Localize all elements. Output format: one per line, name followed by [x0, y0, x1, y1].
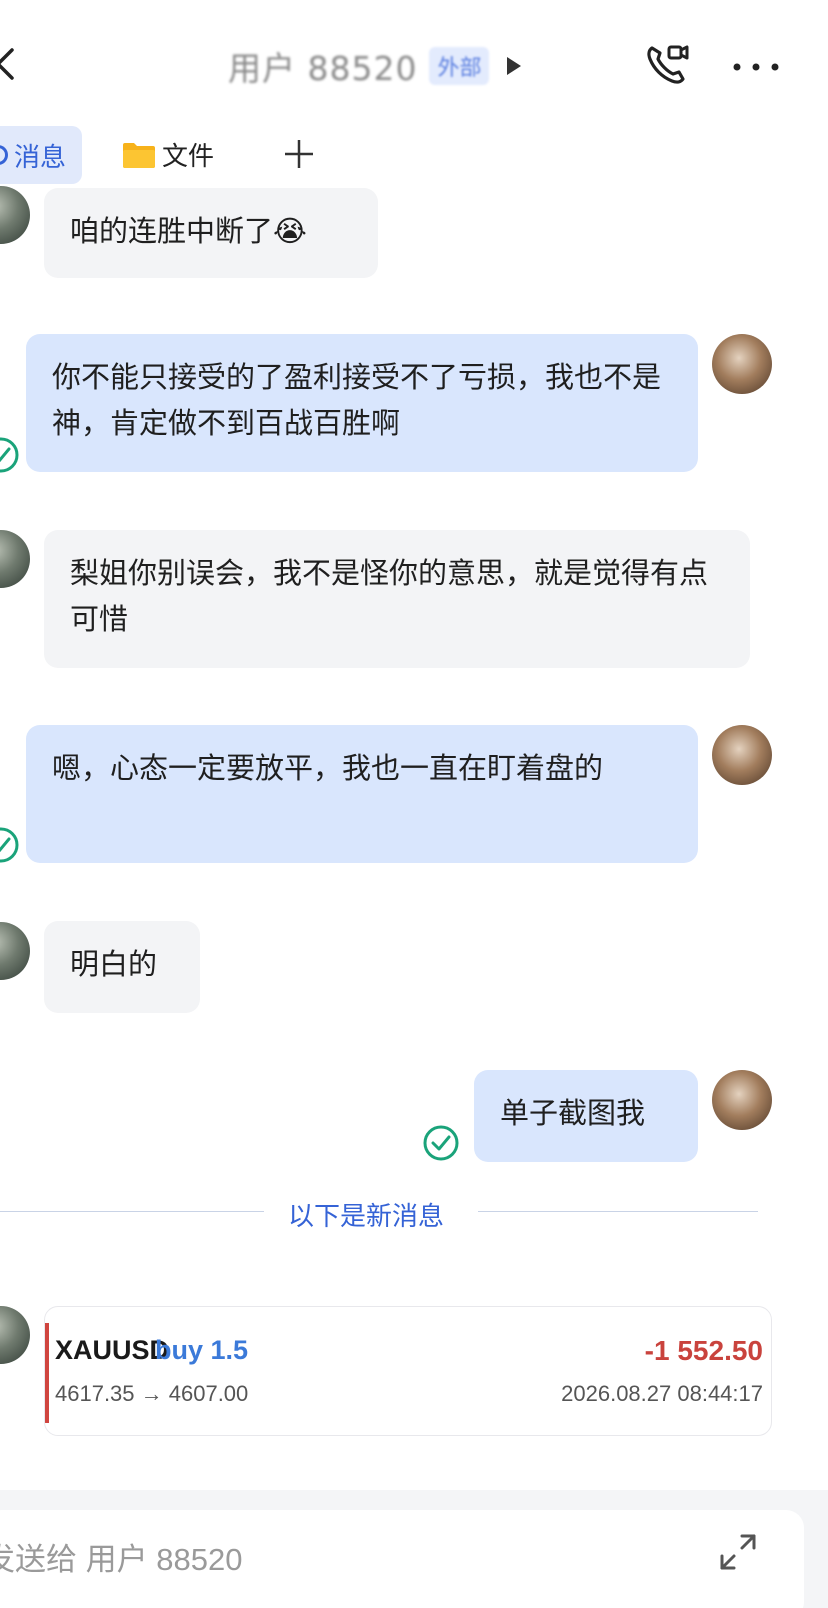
message-text: 明白的 — [70, 947, 158, 981]
add-tab-plus-icon[interactable] — [283, 138, 315, 170]
message-text: 单子截图我 — [500, 1096, 646, 1130]
tab-messages[interactable]: 消息 — [0, 126, 82, 184]
my-avatar[interactable] — [712, 334, 772, 394]
my-avatar[interactable] — [712, 1070, 772, 1130]
trade-symbol: XAUUSD — [55, 1335, 170, 1365]
phone-video-call-icon[interactable] — [642, 40, 692, 90]
composer-bar: 发送给 用户 88520 — [0, 1490, 828, 1608]
message-text: 你不能只接受的了盈利接受不了亏损，我也不是神，肯定做不到百战百胜啊 — [52, 360, 662, 440]
contact-avatar[interactable] — [0, 530, 30, 588]
new-messages-label: 以下是新消息 — [288, 1202, 445, 1232]
trade-pnl: -1 552.50 — [644, 1335, 763, 1366]
message-bubble-outgoing[interactable]: 你不能只接受的了盈利接受不了亏损，我也不是神，肯定做不到百战百胜啊 — [26, 334, 698, 472]
chat-title-group[interactable]: 用户 88520 外部 — [228, 44, 525, 88]
external-badge: 外部 — [429, 47, 490, 85]
message-bubble-incoming[interactable]: 梨姐你别误会，我不是怪你的意思，就是觉得有点可惜 — [44, 530, 750, 668]
trade-loss-indicator-bar — [45, 1323, 49, 1423]
back-chevron-icon[interactable] — [0, 44, 26, 84]
trade-side: buy 1.5 — [155, 1335, 249, 1365]
contact-avatar[interactable] — [0, 922, 30, 980]
my-avatar[interactable] — [712, 725, 772, 785]
chat-header: 用户 88520 外部 — [0, 0, 828, 130]
read-check-icon — [0, 437, 19, 473]
divider-line-right — [478, 1211, 758, 1212]
divider-line-left — [0, 1211, 264, 1212]
message-bubble-outgoing[interactable]: 嗯，心态一定要放平，我也一直在盯着盘的 — [26, 725, 698, 863]
contact-avatar[interactable] — [0, 186, 30, 244]
new-messages-divider: 以下是新消息 — [0, 1196, 828, 1232]
message-bubble-outgoing[interactable]: 单子截图我 — [474, 1070, 698, 1162]
trade-time: 2026.08.27 08:44:17 — [561, 1381, 763, 1406]
tab-files[interactable]: 文件 — [122, 136, 214, 173]
message-tab-icon — [0, 145, 8, 165]
message-text: 梨姐你别误会，我不是怪你的意思，就是觉得有点可惜 — [70, 556, 709, 636]
folder-icon — [123, 142, 155, 168]
read-check-icon — [0, 827, 19, 863]
contact-avatar[interactable] — [0, 1306, 30, 1364]
tab-messages-label: 消息 — [14, 142, 67, 173]
message-bubble-incoming[interactable]: 咱的连胜中断了😭 — [44, 188, 378, 278]
chat-tabs: 消息 文件 — [0, 122, 828, 188]
chat-title: 用户 88520 — [228, 49, 418, 88]
expand-composer-icon[interactable] — [716, 1530, 760, 1574]
message-input-placeholder: 发送给 用户 88520 — [0, 1542, 243, 1577]
trade-card[interactable]: XAUUSD buy 1.5 -1 552.50 4617.35 → 4607.… — [44, 1306, 772, 1436]
expand-arrow-icon — [507, 57, 522, 75]
message-text: 咱的连胜中断了😭 — [70, 214, 307, 248]
message-bubble-incoming[interactable]: 明白的 — [44, 921, 200, 1013]
read-check-icon — [423, 1125, 459, 1161]
message-input[interactable]: 发送给 用户 88520 — [0, 1510, 804, 1608]
trade-prices: 4617.35 → 4607.00 — [55, 1381, 249, 1406]
more-options-icon[interactable] — [728, 52, 784, 82]
tab-files-label: 文件 — [162, 142, 215, 172]
message-text: 嗯，心态一定要放平，我也一直在盯着盘的 — [52, 751, 604, 785]
